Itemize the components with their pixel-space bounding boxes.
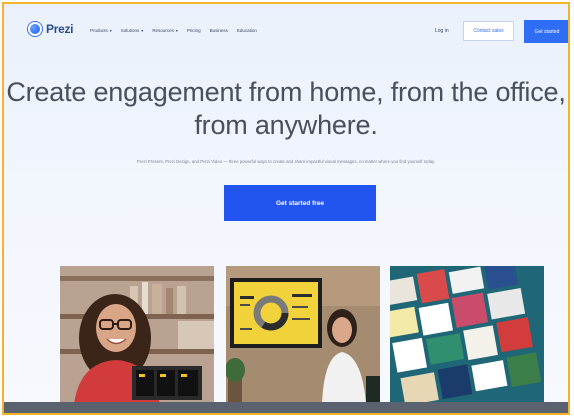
hero-title-line-2: from anywhere. [194,110,378,140]
nav-business[interactable]: Business [210,28,228,33]
prezi-logo[interactable]: Prezi [28,22,73,36]
product-image-video[interactable] [390,266,544,404]
prezi-logo-icon [28,22,42,36]
presentation-screen-image [226,266,380,404]
site-header: Prezi Products ▾ Solutions ▾ Resources ▾… [4,4,568,50]
browser-viewport: Prezi Products ▾ Solutions ▾ Resources ▾… [2,2,570,415]
nav-resources[interactable]: Resources ▾ [152,28,178,33]
woman-presenting-image [60,266,214,404]
nav-products[interactable]: Products ▾ [90,28,112,33]
chevron-down-icon: ▾ [175,28,178,33]
nav-solutions[interactable]: Solutions ▾ [121,28,144,33]
bottom-taskbar-strip [4,402,568,413]
get-started-free-button[interactable]: Get started free [224,185,376,221]
main-nav: Products ▾ Solutions ▾ Resources ▾ Prici… [90,28,257,33]
nav-pricing[interactable]: Pricing [187,28,201,33]
chevron-down-icon: ▾ [109,28,112,33]
get-started-button[interactable]: Get started [524,20,568,43]
design-collage-image [390,266,544,404]
hero-subtitle: Prezi Present, Prezi Design, and Prezi V… [136,159,436,164]
contact-sales-button[interactable]: Contact sales [463,21,514,41]
product-image-design[interactable] [226,266,380,404]
hero-title-line-1: Create engagement from home, from the of… [6,77,566,107]
nav-education[interactable]: Education [237,28,257,33]
hero-title: Create engagement from home, from the of… [4,76,568,142]
chevron-down-icon: ▾ [141,28,144,33]
login-link[interactable]: Log in [435,28,449,34]
product-image-present[interactable] [60,266,214,404]
logo-text: Prezi [46,22,74,36]
